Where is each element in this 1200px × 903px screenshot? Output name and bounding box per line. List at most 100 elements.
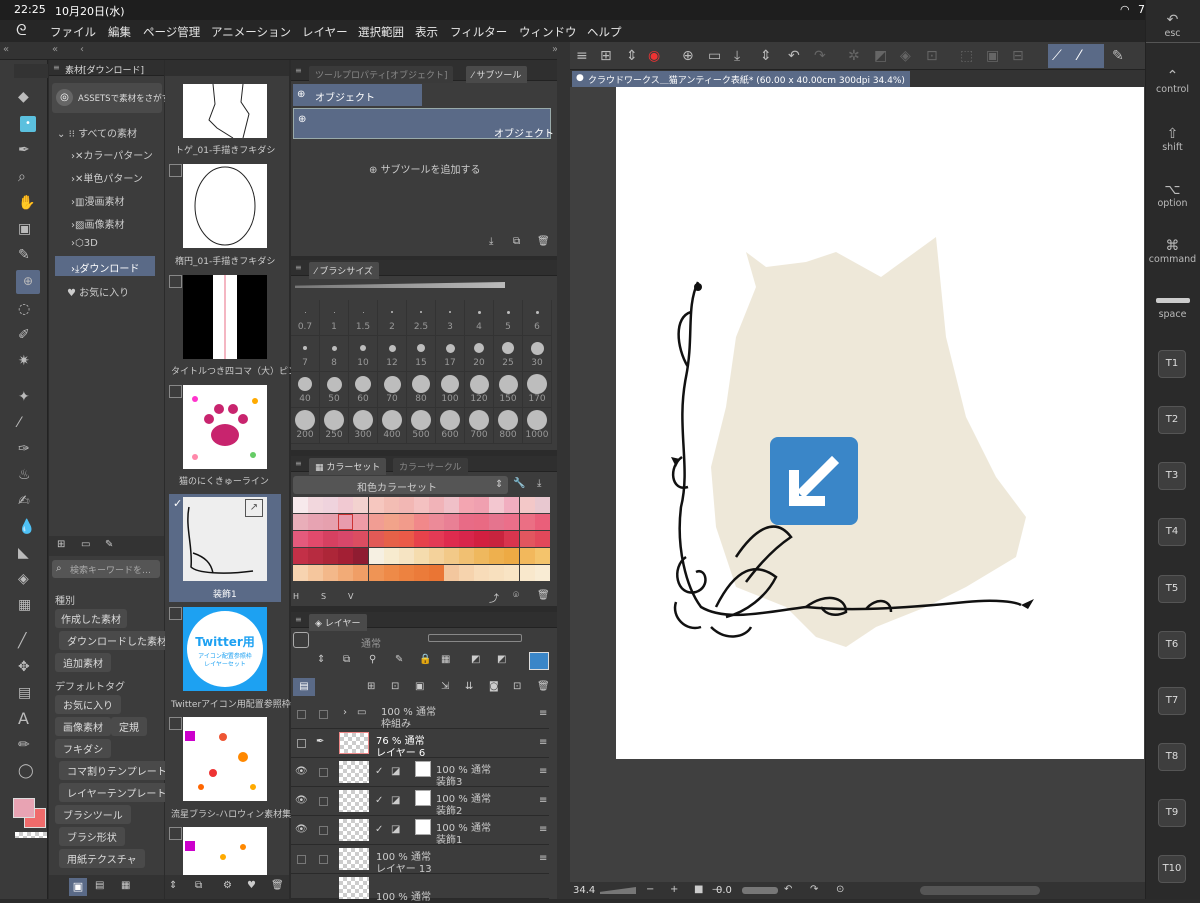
artboard[interactable] bbox=[616, 87, 1144, 759]
color-swatch[interactable] bbox=[398, 548, 414, 564]
tool-tab[interactable] bbox=[14, 64, 48, 78]
brush-size-cell[interactable]: 600 bbox=[436, 408, 465, 444]
color-swatch[interactable] bbox=[338, 514, 354, 530]
eyedropper-icon[interactable]: ✑ bbox=[18, 440, 30, 458]
color-swatch[interactable] bbox=[504, 514, 520, 530]
zoom-value[interactable]: 34.4 bbox=[573, 885, 595, 896]
layer-mask-icon[interactable] bbox=[293, 632, 309, 648]
folder-icon[interactable]: ▭ bbox=[81, 539, 90, 550]
color-swatch[interactable] bbox=[308, 531, 324, 547]
subtool-group-object[interactable]: ⊕ オブジェクト bbox=[293, 84, 422, 106]
ink-pen-icon[interactable]: ✍ bbox=[18, 492, 30, 510]
hand-icon[interactable]: ✋ bbox=[18, 194, 35, 212]
menu-window[interactable]: ウィンドウ bbox=[519, 24, 577, 40]
color-swatch[interactable] bbox=[489, 531, 505, 547]
angle-value[interactable]: 0.0 bbox=[716, 885, 732, 896]
drop-icon[interactable]: ⌾ bbox=[513, 590, 519, 601]
color-swatch[interactable] bbox=[368, 565, 384, 581]
brush-size-cell[interactable]: 0.7 bbox=[291, 300, 320, 336]
layer-row[interactable]: 👁 ✓ ◪ 100 % 通常 装飾2 ≡ bbox=[291, 787, 549, 817]
tag-paper-texture[interactable]: 用紙テクスチャ bbox=[59, 849, 145, 868]
key-t5[interactable]: T5 bbox=[1158, 575, 1186, 603]
drag-handle-icon[interactable]: ≡ bbox=[539, 737, 547, 748]
color-swatch[interactable] bbox=[428, 514, 444, 530]
magic-wand-icon[interactable]: ✷ bbox=[18, 352, 30, 370]
menu-selection[interactable]: 選択範囲 bbox=[358, 24, 404, 40]
dot-tool-icon[interactable]: • bbox=[20, 116, 36, 132]
key-t2[interactable]: T2 bbox=[1158, 406, 1186, 434]
color-swatch[interactable] bbox=[444, 531, 459, 547]
brush-size-cell[interactable]: 300 bbox=[349, 408, 378, 444]
color-swatch[interactable] bbox=[504, 531, 520, 547]
thumb-4koma[interactable] bbox=[183, 275, 267, 359]
hsv-s[interactable]: S bbox=[321, 592, 326, 601]
visibility-icon[interactable] bbox=[297, 855, 306, 864]
updown-icon[interactable]: ⇕ bbox=[169, 880, 177, 891]
zoom-in-icon[interactable]: + bbox=[670, 884, 678, 895]
new-vector-icon[interactable]: ⊡ bbox=[391, 681, 399, 692]
drag-handle-icon[interactable]: ≡ bbox=[539, 766, 547, 777]
chevron-left-icon[interactable]: ‹ bbox=[80, 44, 84, 55]
new-file-icon[interactable]: ⊕ bbox=[682, 47, 694, 65]
brush-size-cell[interactable]: 120 bbox=[465, 372, 494, 408]
color-swatch[interactable] bbox=[398, 531, 414, 547]
frame-icon[interactable]: ▤ bbox=[18, 684, 31, 702]
color-swatch[interactable] bbox=[519, 514, 535, 530]
clip-icon[interactable]: ⧉ bbox=[343, 654, 350, 665]
tab-subtool[interactable]: ⁄ サブツール bbox=[466, 66, 528, 83]
color-swatch[interactable] bbox=[293, 497, 308, 513]
key-t6[interactable]: T6 bbox=[1158, 631, 1186, 659]
eye-icon[interactable]: 👁 bbox=[295, 766, 308, 777]
brush-size-slider[interactable] bbox=[295, 282, 505, 288]
tree-3d[interactable]: ›⬡3D bbox=[71, 238, 98, 249]
brush-size-cell[interactable]: 200 bbox=[291, 408, 320, 444]
thumb-checkbox[interactable] bbox=[169, 275, 182, 288]
thumb-ornament[interactable]: ↗ bbox=[183, 497, 267, 581]
color-swatch[interactable] bbox=[323, 497, 339, 513]
new-folder-icon[interactable]: ⊞ bbox=[57, 539, 65, 550]
clear-icon[interactable]: ◩ bbox=[874, 47, 887, 65]
key-option[interactable]: ⌥ option bbox=[1145, 182, 1200, 209]
trash-icon[interactable]: 🗑 bbox=[537, 236, 550, 247]
menu-icon[interactable]: ≡ bbox=[576, 47, 588, 65]
ruler-snap-icon[interactable]: ⟋ bbox=[1052, 47, 1062, 65]
drag-handle-icon[interactable]: ≡ bbox=[539, 824, 547, 835]
thumb-paw[interactable] bbox=[183, 385, 267, 469]
color-swatch[interactable] bbox=[338, 531, 354, 547]
color-swatch[interactable] bbox=[489, 497, 505, 513]
brush-size-cell[interactable]: 170 bbox=[523, 372, 552, 408]
layer-row[interactable]: 100 % 通常 レイヤー 13 ≡ bbox=[291, 845, 549, 875]
tree-image[interactable]: ›▨画像素材 bbox=[71, 216, 124, 231]
color-swatch[interactable] bbox=[459, 514, 475, 530]
layer-row[interactable]: 100 % 通常 bbox=[291, 874, 549, 903]
brush-snap-icon[interactable]: ⁄ bbox=[1078, 47, 1080, 65]
color-swatch[interactable] bbox=[413, 531, 429, 547]
edit-folder-icon[interactable]: ✎ bbox=[105, 539, 113, 550]
key-t4[interactable]: T4 bbox=[1158, 518, 1186, 546]
new-canvas-icon[interactable]: ⊞ bbox=[600, 47, 612, 65]
horizontal-scrollbar[interactable] bbox=[920, 886, 1040, 895]
color-set-select[interactable]: 和色カラーセット ⇕ bbox=[293, 476, 508, 494]
layer-row-selected[interactable]: ✒ 76 % 通常 レイヤー 6 ≡ bbox=[291, 729, 549, 759]
color-swatch[interactable] bbox=[398, 565, 414, 581]
brush-size-cell[interactable]: 500 bbox=[407, 408, 436, 444]
invert-icon[interactable]: ▣ bbox=[986, 47, 999, 65]
copy-icon[interactable]: ⧉ bbox=[513, 236, 520, 247]
key-control[interactable]: ⌃ control bbox=[1145, 68, 1200, 95]
new-folder-icon[interactable]: ▣ bbox=[415, 681, 424, 692]
color-swatch[interactable] bbox=[368, 531, 384, 547]
color-swatch[interactable] bbox=[519, 548, 535, 564]
download-icon[interactable]: ⤓ bbox=[537, 478, 541, 489]
share-icon[interactable]: ⤴ bbox=[489, 590, 499, 605]
thumb-twitter[interactable]: Twitter用 アイコン配置参照枠 レイヤーセット bbox=[183, 607, 267, 691]
color-swatch[interactable] bbox=[338, 565, 354, 581]
fill-icon[interactable]: ◈ bbox=[900, 47, 911, 65]
tag-created[interactable]: 作成した素材 bbox=[55, 609, 127, 628]
brush-size-cell[interactable]: 7 bbox=[291, 336, 320, 372]
canvas-area[interactable] bbox=[570, 87, 1145, 882]
brush-size-cell[interactable]: 50 bbox=[320, 372, 349, 408]
layer-color-icon[interactable] bbox=[529, 652, 549, 670]
color-swatch[interactable] bbox=[413, 565, 429, 581]
tree-favorite[interactable]: ♥ お気に入り bbox=[67, 284, 129, 299]
color-swatch[interactable] bbox=[308, 565, 324, 581]
